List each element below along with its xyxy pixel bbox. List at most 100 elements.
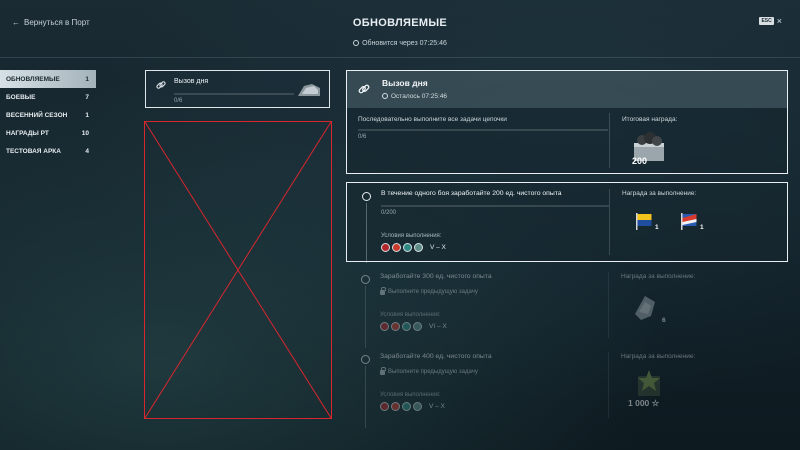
sidebar-item-count: 4: [85, 147, 89, 155]
reward-divider: [608, 272, 609, 338]
sidebar-item-label: БОЕВЫЕ: [6, 93, 36, 101]
close-button[interactable]: ESC ×: [759, 16, 782, 26]
reward-qty: 1: [655, 224, 659, 231]
reward-divider: [609, 113, 610, 168]
signal-flag-icon: [681, 213, 697, 230]
sidebar-item-count: 7: [85, 93, 89, 101]
task-tiers: V – X: [429, 403, 445, 410]
chain-card-progress-bar: [174, 93, 294, 95]
task-row-3[interactable]: Заработайте 400 ед. чистого опыта Выполн…: [346, 346, 788, 428]
task-title: Заработайте 400 ед. чистого опыта: [380, 353, 492, 360]
sidebar-item-count: 1: [85, 75, 89, 83]
chain-detail-title: Вызов дня: [382, 78, 428, 88]
task-conditions: V – X: [381, 243, 446, 252]
task-row-2[interactable]: Заработайте 300 ед. чистого опыта Выполн…: [346, 266, 788, 348]
sidebar-item-count: 10: [81, 129, 89, 137]
chain-progress-bar: [358, 129, 608, 131]
sidebar-item-label: НАГРАДЫ РТ: [6, 129, 49, 137]
link-icon: [156, 81, 166, 89]
task-conditions-label: Условия выполнения:: [381, 233, 442, 239]
camouflage-icon: [298, 84, 320, 96]
final-reward-value: 200: [632, 156, 648, 166]
task-conditions-label: Условия выполнения:: [380, 392, 441, 398]
task-reward-label: Награда за выполнение:: [622, 190, 697, 197]
nation-ussr-icon: [380, 322, 389, 331]
task-row-1[interactable]: В течение одного боя заработайте 200 ед.…: [346, 182, 788, 263]
nation-ussr-icon: [381, 243, 390, 252]
sidebar-item-rt-rewards[interactable]: НАГРАДЫ РТ 10: [0, 124, 96, 142]
task-conditions: VI – X: [380, 322, 447, 331]
task-reward-label: Награда за выполнение:: [621, 353, 696, 360]
nation-japan-icon: [392, 243, 401, 252]
task-progress-bar: [381, 205, 609, 207]
task-conditions: V – X: [380, 402, 445, 411]
task-connector-line: [366, 203, 367, 263]
chain-description: Последовательно выполните все задачи цеп…: [358, 116, 507, 123]
chain-card-daily-challenge[interactable]: Вызов дня 0/6: [145, 70, 330, 108]
task-reward-label: Награда за выполнение:: [621, 273, 696, 280]
signal-flag-icon: [636, 213, 652, 230]
task-progress: 0/200: [381, 210, 397, 216]
task-locked-note: Выполните предыдущую задачу: [380, 366, 478, 375]
nation-uk-icon: [414, 243, 423, 252]
page-title: ОБНОВЛЯЕМЫЕ: [352, 17, 448, 29]
sidebar-item-test-arc[interactable]: ТЕСТОВАЯ АРКА 4: [0, 142, 96, 160]
final-reward-label: Итоговая награда:: [622, 116, 678, 123]
task-title: Заработайте 300 ед. чистого опыта: [380, 273, 492, 280]
reward-qty: 1: [700, 224, 704, 231]
task-connector-line: [365, 286, 366, 348]
nation-usa-icon: [402, 402, 411, 411]
reward-divider: [609, 189, 610, 255]
task-locked-text: Выполните предыдущую задачу: [388, 289, 478, 295]
task-tiers: V – X: [430, 244, 446, 251]
task-locked-text: Выполните предыдущую задачу: [388, 369, 478, 375]
sidebar-item-combat[interactable]: БОЕВЫЕ 7: [0, 88, 96, 106]
sidebar-item-updatable[interactable]: ОБНОВЛЯЕМЫЕ 1: [0, 70, 96, 88]
reward-qty: 1 000 ☆: [628, 398, 660, 408]
nation-usa-icon: [402, 322, 411, 331]
missing-image-placeholder: [144, 121, 332, 419]
chain-card-progress: 0/6: [174, 98, 183, 104]
reward-item: 1: [634, 211, 659, 231]
sidebar-item-spring-season[interactable]: ВЕСЕННИЙ СЕЗОН 1: [0, 106, 96, 124]
chain-card-title: Вызов дня: [174, 78, 209, 85]
sidebar-item-label: ТЕСТОВАЯ АРКА: [6, 147, 61, 155]
remaining-text: Осталось 07:25:46: [391, 93, 448, 100]
sidebar-item-label: ОБНОВЛЯЕМЫЕ: [6, 75, 60, 83]
task-title: В течение одного боя заработайте 200 ед.…: [381, 190, 562, 197]
category-sidebar: ОБНОВЛЯЕМЫЕ 1 БОЕВЫЕ 7 ВЕСЕННИЙ СЕЗОН 1 …: [0, 70, 96, 160]
close-icon: ×: [776, 16, 782, 26]
task-status-circle: [361, 355, 370, 364]
esc-key-badge: ESC: [759, 17, 774, 25]
task-locked-note: Выполните предыдущую задачу: [380, 286, 478, 295]
sidebar-item-count: 1: [85, 111, 89, 119]
lock-icon: [380, 366, 386, 375]
reward-qty-value: 1 000: [628, 398, 650, 408]
clock-icon: [382, 93, 388, 99]
lock-icon: [380, 286, 386, 295]
nation-japan-icon: [391, 322, 400, 331]
camouflage-icon: [635, 296, 655, 320]
chain-detail-remaining: Осталось 07:25:46: [382, 93, 447, 100]
task-status-circle: [362, 192, 371, 201]
free-xp-icon: [638, 370, 660, 396]
task-tiers: VI – X: [429, 323, 447, 330]
reward-item: 6: [631, 292, 666, 324]
refresh-icon: [353, 40, 360, 46]
reward-qty: 6: [662, 317, 666, 324]
refresh-timer: Обновится через 07:25:46: [0, 40, 800, 47]
task-status-circle: [361, 275, 370, 284]
task-conditions-label: Условия выполнения:: [380, 312, 441, 318]
task-connector-line: [365, 366, 366, 428]
link-icon: [358, 84, 370, 94]
header-divider: [0, 57, 800, 58]
chain-detail-header: Вызов дня Осталось 07:25:46: [347, 71, 787, 108]
nation-usa-icon: [403, 243, 412, 252]
reward-divider: [608, 352, 609, 418]
sidebar-item-label: ВЕСЕННИЙ СЕЗОН: [6, 111, 68, 119]
reward-item: 1 000 ☆: [628, 368, 672, 410]
refresh-timer-text: Обновится через 07:25:46: [362, 40, 447, 47]
nation-japan-icon: [391, 402, 400, 411]
nation-ussr-icon: [380, 402, 389, 411]
chain-progress: 0/6: [358, 134, 367, 140]
